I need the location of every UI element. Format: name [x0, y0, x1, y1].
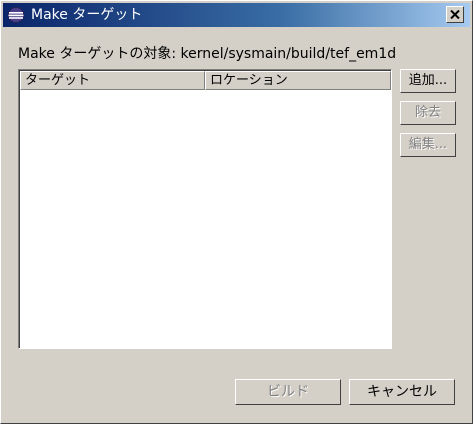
- edit-button[interactable]: 編集...: [400, 133, 456, 157]
- close-button[interactable]: [446, 6, 464, 23]
- table-body[interactable]: ターゲット ロケーション: [19, 70, 391, 348]
- add-button[interactable]: 追加...: [400, 69, 456, 93]
- column-header-location[interactable]: ロケーション: [205, 71, 391, 90]
- close-icon: [450, 10, 460, 19]
- column-header-target[interactable]: ターゲット: [20, 71, 205, 90]
- eclipse-icon: [7, 6, 25, 24]
- window-title: Make ターゲット: [31, 7, 143, 23]
- targets-table[interactable]: ターゲット ロケーション: [18, 69, 392, 349]
- make-target-dialog: Make ターゲット Make ターゲットの対象: kernel/sysmain…: [0, 0, 473, 424]
- build-button[interactable]: ビルド: [235, 379, 341, 405]
- cancel-button[interactable]: キャンセル: [349, 379, 455, 405]
- remove-button[interactable]: 除去: [400, 101, 456, 125]
- target-label: Make ターゲットの対象: kernel/sysmain/build/tef_…: [18, 46, 397, 62]
- table-header: ターゲット ロケーション: [20, 71, 391, 90]
- title-bar[interactable]: Make ターゲット: [3, 3, 470, 27]
